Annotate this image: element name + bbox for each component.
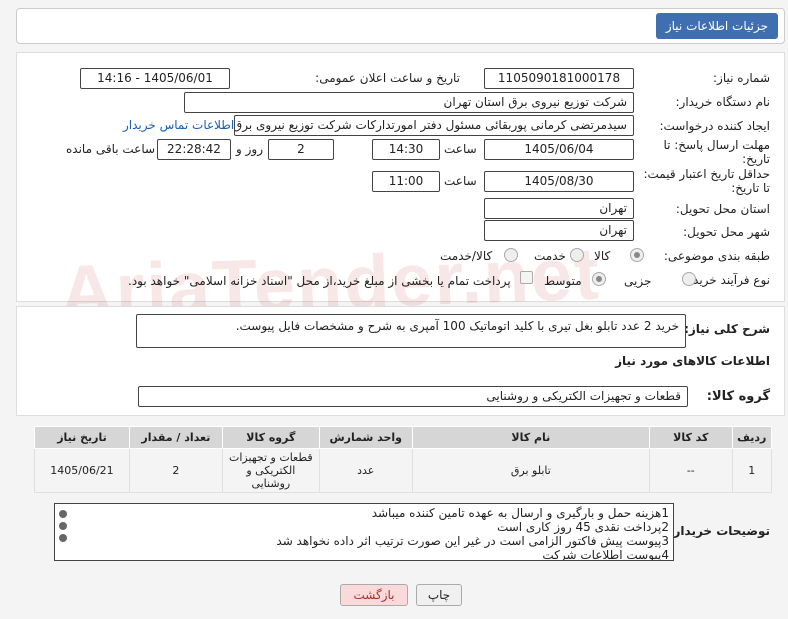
buyer-note-line: 2پرداخت نقدی 45 روز کاری است: [496, 520, 669, 534]
col-row: ردیف: [731, 426, 773, 449]
category-radio-goods[interactable]: [630, 248, 644, 262]
buyer-notes-field[interactable]: 1هزینه حمل و بارگیری و ارسال به عهده تام…: [54, 503, 674, 561]
table-row[interactable]: 1 -- تابلو برق عدد قطعات و تجهیزات الکتر…: [34, 448, 773, 493]
remaining-label: ساعت باقی مانده: [66, 142, 156, 156]
description-field[interactable]: خرید 2 عدد تابلو بغل تیری با کلید اتومات…: [136, 314, 686, 348]
need-number-label: شماره نیاز:: [713, 71, 770, 85]
col-name: نام کالا: [411, 426, 651, 449]
reply-time-label: ساعت: [444, 142, 477, 156]
treasury-payment-checkbox[interactable]: [520, 271, 533, 284]
cell-code: --: [649, 448, 733, 493]
contact-buyer-link[interactable]: اطلاعات تماس خریدار: [123, 118, 234, 132]
need-number-field[interactable]: 1105090181000178: [484, 68, 634, 89]
buyer-org-field[interactable]: شرکت توزیع نیروی برق استان تهران: [184, 92, 634, 113]
goods-table: ردیف کد کالا نام کالا واحد شمارش گروه کا…: [34, 426, 773, 493]
process-label: نوع فرآیند خرید :: [685, 273, 770, 287]
price-time-label: ساعت: [444, 174, 477, 188]
province-label: استان محل تحویل:: [675, 202, 770, 216]
category-option-both: کالا/خدمت: [440, 249, 493, 263]
buyer-notes-label: توضیحات خریدار:: [668, 524, 770, 538]
description-label: شرح کلی نیاز:: [684, 322, 770, 336]
treasury-payment-note: پرداخت تمام یا بخشی از مبلغ خرید،از محل …: [128, 274, 511, 288]
reply-time-field[interactable]: 14:30: [372, 139, 440, 160]
reply-deadline-label: مهلت ارسال پاسخ: تا تاریخ:: [663, 138, 770, 166]
col-date: تاریخ نیاز: [34, 426, 130, 449]
buyer-note-line: 4پیوست اطلاعات شرکت: [542, 548, 669, 561]
col-qty: تعداد / مقدار: [128, 426, 223, 449]
page-header: جزئیات اطلاعات نیاز: [16, 8, 785, 44]
notes-scroll-icon[interactable]: [56, 506, 70, 558]
goods-group-label: گروه کالا:: [706, 389, 770, 404]
col-unit: واحد شمارش: [318, 426, 413, 449]
col-code: کد کالا: [649, 426, 733, 449]
remaining-time-field[interactable]: 22:28:42: [157, 139, 231, 160]
process-option-minor: جزیی: [624, 274, 652, 288]
reply-date-field[interactable]: 1405/06/04: [484, 139, 634, 160]
category-option-goods: کالا: [594, 249, 611, 263]
days-label: روز و: [236, 142, 263, 156]
goods-section-title: اطلاعات کالاهای مورد نیاز: [615, 354, 770, 368]
cell-group: قطعات و تجهیزات الکتریکی و روشنایی: [221, 448, 320, 493]
announce-field[interactable]: 1405/06/01 - 14:16: [80, 68, 230, 89]
process-option-medium: متوسط: [544, 274, 582, 288]
goods-group-field[interactable]: قطعات و تجهیزات الکتریکی و روشنایی: [138, 386, 688, 407]
price-time-field[interactable]: 11:00: [372, 171, 440, 192]
city-label: شهر محل تحویل:: [683, 225, 770, 239]
price-validity-label: حداقل تاریخ اعتبار قیمت: تا تاریخ:: [643, 167, 770, 195]
requester-field[interactable]: سیدمرتضی کرمانی پوربقائی مسئول دفتر امور…: [234, 115, 634, 136]
process-radio-medium[interactable]: [592, 272, 606, 286]
announce-label: تاریخ و ساعت اعلان عمومی:: [315, 71, 460, 85]
process-radio-minor[interactable]: [682, 272, 696, 286]
buyer-org-label: نام دستگاه خریدار:: [675, 95, 771, 109]
col-group: گروه کالا: [221, 426, 320, 449]
cell-qty: 2: [128, 448, 223, 493]
category-radio-service[interactable]: [570, 248, 584, 262]
price-date-field[interactable]: 1405/08/30: [484, 171, 634, 192]
print-button[interactable]: چاپ: [416, 584, 462, 606]
province-field[interactable]: تهران: [484, 198, 634, 219]
category-option-service: خدمت: [534, 249, 566, 263]
city-field[interactable]: تهران: [484, 220, 634, 241]
cell-date: 1405/06/21: [34, 448, 130, 493]
category-radio-both[interactable]: [504, 248, 518, 262]
buyer-note-line: 1هزینه حمل و بارگیری و ارسال به عهده تام…: [371, 506, 669, 520]
cell-name: تابلو برق: [411, 448, 651, 493]
buyer-note-line: 3پیوست پیش فاکتور الزامی است در غیر این …: [276, 534, 669, 548]
category-label: طبقه بندی موضوعی:: [663, 249, 770, 263]
cell-row: 1: [731, 448, 773, 493]
requester-label: ایجاد کننده درخواست:: [659, 119, 770, 133]
days-field[interactable]: 2: [268, 139, 334, 160]
back-button[interactable]: بازگشت: [340, 584, 408, 606]
page-title: جزئیات اطلاعات نیاز: [655, 13, 778, 39]
cell-unit: عدد: [318, 448, 413, 493]
